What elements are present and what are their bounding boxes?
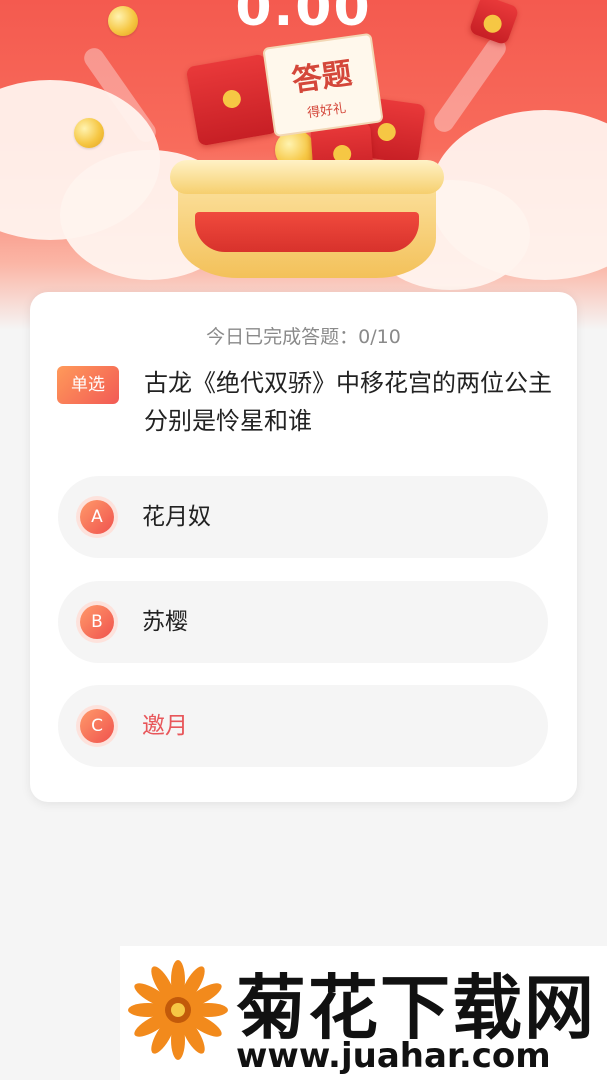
question-text: 古龙《绝代双骄》中移花宫的两位公主分别是怜星和谁 [144,369,552,435]
gift-basket-band [195,212,419,252]
chrysanthemum-logo-icon [128,960,228,1060]
option-c[interactable]: C 邀月 [58,685,548,767]
option-a[interactable]: A 花月奴 [58,476,548,558]
option-b[interactable]: B 苏樱 [58,581,548,663]
option-letter: B [80,605,114,639]
reward-amount: 0.00 [235,0,372,38]
reward-banner: 答题 得好礼 0.00 [0,0,607,330]
quiz-card: 今日已完成答题：0/10 单选 古龙《绝代双骄》中移花宫的两位公主分别是怜星和谁… [30,292,577,802]
quiz-ticket: 答题 得好礼 [262,32,384,138]
gift-basket-rim [170,160,444,194]
option-text: 苏樱 [142,609,188,635]
daily-progress: 今日已完成答题：0/10 [206,326,401,348]
coin-icon [74,118,104,148]
question-type-badge: 单选 [57,366,119,404]
option-letter: C [80,709,114,743]
option-text: 花月奴 [142,504,211,530]
option-letter: A [80,500,114,534]
watermark-url: www.juahar.com [236,1036,551,1076]
option-text: 邀月 [142,713,188,739]
